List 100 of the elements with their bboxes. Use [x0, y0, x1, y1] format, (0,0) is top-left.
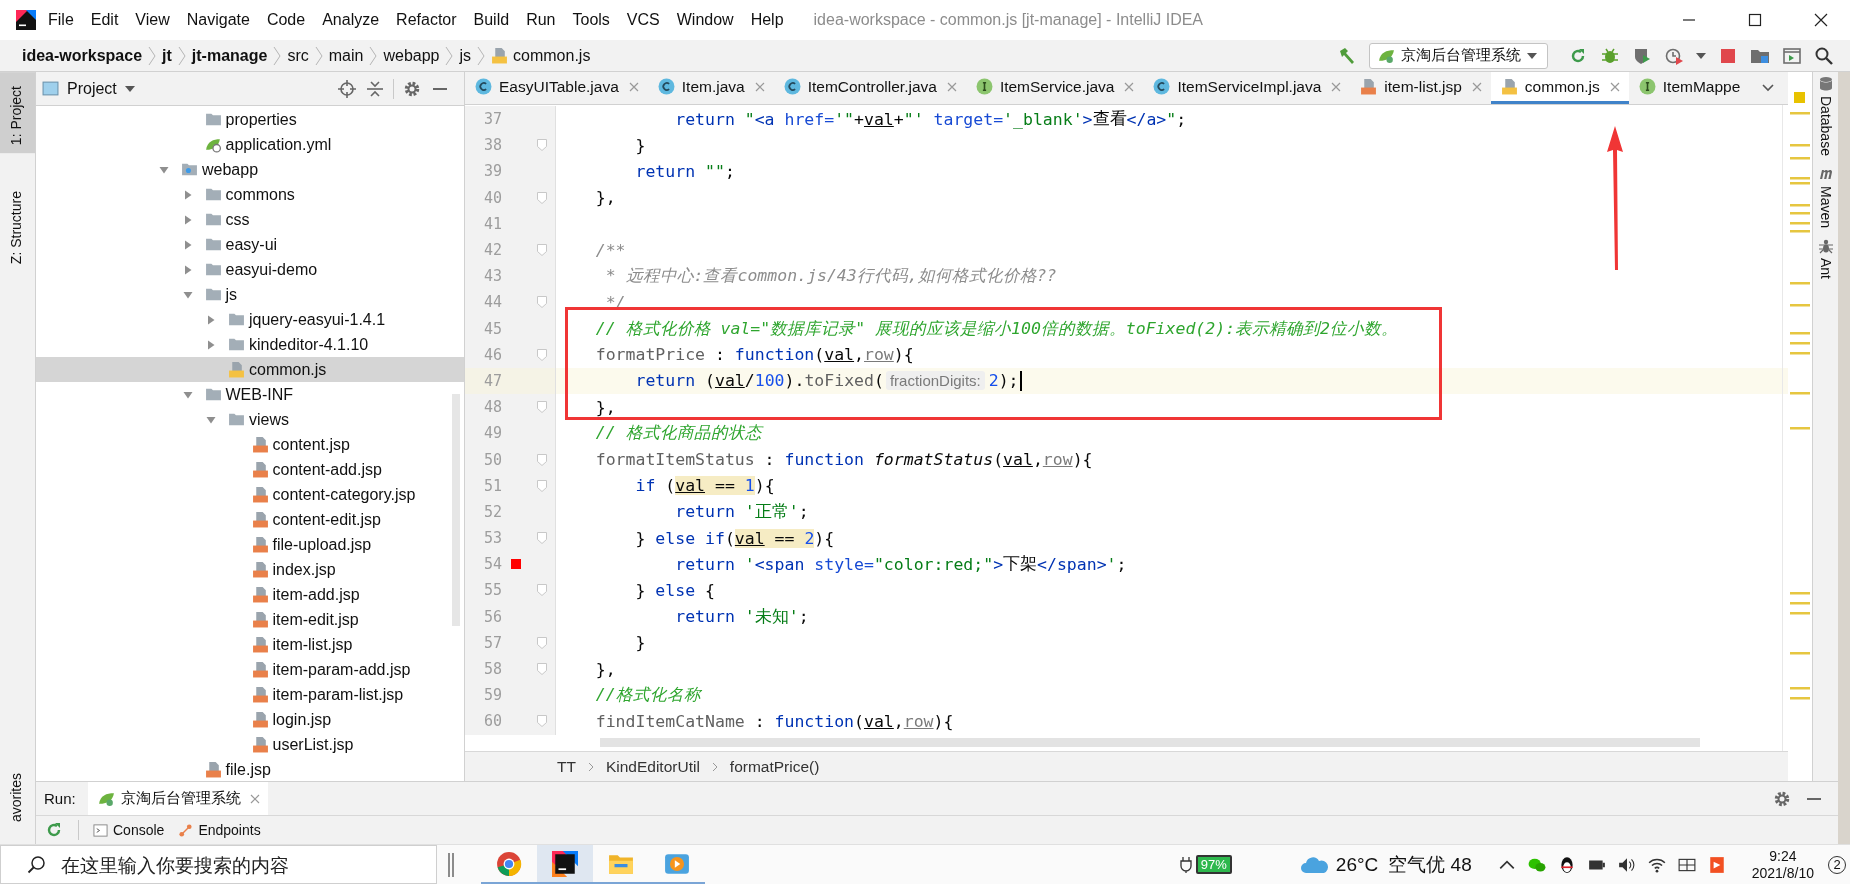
editor-tab[interactable]: EasyUITable.java — [465, 72, 648, 104]
fold-icon[interactable] — [537, 479, 547, 492]
tree-item[interactable]: webapp — [36, 157, 464, 182]
expand-arrow-icon[interactable] — [206, 339, 216, 350]
breadcrumb-item[interactable]: jt — [162, 46, 172, 65]
tree-item[interactable]: item-add.jsp — [36, 582, 464, 607]
editor-tab[interactable]: Item.java — [647, 72, 774, 104]
editor-tab[interactable]: ItemService.java — [965, 72, 1144, 104]
breadcrumb-item[interactable]: js — [459, 46, 472, 65]
editor-tab[interactable]: item-list.jsp — [1350, 72, 1491, 104]
fold-icon[interactable] — [537, 663, 547, 676]
menu-item[interactable]: Build — [473, 11, 510, 29]
tree-item[interactable]: file.jsp — [36, 757, 464, 782]
fold-icon[interactable] — [537, 636, 547, 649]
breakpoint-icon[interactable] — [511, 559, 521, 570]
expand-arrow-icon[interactable] — [182, 189, 193, 200]
collapse-arrow-icon[interactable] — [206, 414, 216, 425]
expand-arrow-icon[interactable] — [182, 264, 193, 275]
breadcrumb-item[interactable]: common.js — [491, 46, 591, 65]
tree-item[interactable]: easyui-demo — [36, 257, 464, 282]
tree-item[interactable]: item-edit.jsp — [36, 607, 464, 632]
run-tab[interactable]: 京淘后台管理系统 — [87, 782, 268, 815]
air-quality[interactable]: 空气优 48 — [1388, 851, 1472, 878]
fold-icon[interactable] — [537, 401, 547, 414]
editor-tab[interactable]: ItemController.java — [773, 72, 966, 104]
breadcrumb-item[interactable]: jt-manage — [191, 46, 268, 65]
tool-window-tab[interactable]: Maven — [1817, 165, 1834, 228]
tree-item[interactable]: easy-ui — [36, 232, 464, 257]
taskbar-app[interactable] — [537, 845, 593, 884]
maximize-icon[interactable] — [1748, 13, 1762, 27]
caret-icon[interactable] — [124, 85, 135, 92]
fold-icon[interactable] — [537, 584, 547, 597]
console-tab[interactable]: Endpoints — [178, 822, 261, 838]
tree-item[interactable]: kindeditor-4.1.10 — [36, 332, 464, 357]
breadcrumb-item[interactable]: main — [328, 46, 364, 65]
tree-item[interactable]: content-add.jsp — [36, 457, 464, 482]
menu-item[interactable]: Help — [750, 11, 784, 29]
tree-item[interactable]: commons — [36, 182, 464, 207]
tree-item[interactable]: css — [36, 207, 464, 232]
tree-item[interactable]: content-category.jsp — [36, 482, 464, 507]
tree-item[interactable]: item-param-add.jsp — [36, 657, 464, 682]
tree-item[interactable]: file-upload.jsp — [36, 532, 464, 557]
collapse-arrow-icon[interactable] — [159, 164, 169, 175]
tree-item[interactable]: jquery-easyui-1.4.1 — [36, 307, 464, 332]
menu-item[interactable]: Navigate — [186, 11, 250, 29]
expand-arrow-icon[interactable] — [182, 239, 193, 250]
menu-item[interactable]: VCS — [626, 11, 660, 29]
breadcrumb-item[interactable]: webapp — [383, 46, 440, 65]
menu-item[interactable]: Refactor — [396, 11, 457, 29]
tree-item[interactable]: application.yml — [36, 132, 464, 157]
editor-tab[interactable]: common.js — [1490, 72, 1629, 104]
fold-icon[interactable] — [537, 139, 547, 152]
menu-item[interactable]: Tools — [572, 11, 610, 29]
caret-icon[interactable] — [1696, 52, 1706, 59]
menu-item[interactable]: Edit — [90, 11, 119, 29]
tree-item[interactable]: common.js — [36, 357, 464, 382]
chevron-down-icon[interactable] — [1762, 84, 1774, 92]
expand-arrow-icon[interactable] — [182, 214, 193, 225]
clock[interactable]: 9:24 2021/8/10 — [1751, 847, 1814, 882]
scrollbar-thumb[interactable] — [600, 738, 1700, 747]
breadcrumb-item[interactable]: src — [287, 46, 309, 65]
scrollbar-thumb[interactable] — [452, 394, 460, 626]
task-view-icon[interactable] — [447, 852, 455, 877]
app-tray-icon[interactable] — [1707, 855, 1726, 874]
tree-item[interactable]: js — [36, 282, 464, 307]
search-input[interactable]: 在这里输入你要搜索的内容 — [59, 852, 403, 877]
console-tab[interactable]: Console — [93, 822, 165, 838]
tree-item[interactable]: views — [36, 407, 464, 432]
menu-item[interactable]: Analyze — [322, 11, 380, 29]
temperature[interactable]: 26°C — [1335, 853, 1379, 876]
tool-window-tab[interactable]: Z: Structure — [0, 181, 35, 275]
tree-item[interactable]: WEB-INF — [36, 382, 464, 407]
collapse-arrow-icon[interactable] — [182, 389, 193, 400]
menu-item[interactable]: Code — [266, 11, 306, 29]
tree-item[interactable]: login.jsp — [36, 707, 464, 732]
editor-tab[interactable]: ItemServiceImpl.java — [1143, 72, 1351, 104]
tree-item[interactable]: content.jsp — [36, 432, 464, 457]
fold-icon[interactable] — [537, 244, 547, 257]
tool-window-tab[interactable]: 1: Project — [0, 72, 35, 154]
breadcrumb-item[interactable]: TT — [557, 757, 576, 776]
fold-icon[interactable] — [537, 191, 547, 204]
fold-icon[interactable] — [537, 532, 547, 545]
menu-item[interactable]: File — [48, 11, 74, 29]
breadcrumb-item[interactable]: formatPrice() — [729, 757, 820, 776]
close-icon[interactable] — [1814, 13, 1828, 27]
fold-icon[interactable] — [537, 296, 547, 309]
tree-item[interactable]: content-edit.jsp — [36, 507, 464, 532]
breadcrumb-item[interactable]: KindEditorUtil — [605, 757, 700, 776]
fold-icon[interactable] — [537, 453, 547, 466]
tool-window-tab[interactable]: Database — [1817, 76, 1834, 156]
tree-item[interactable]: userList.jsp — [36, 732, 464, 757]
tree-item[interactable]: item-list.jsp — [36, 632, 464, 657]
tool-window-tab[interactable]: Ant — [1817, 237, 1834, 279]
collapse-all-icon[interactable] — [365, 78, 385, 99]
terminal-icon[interactable] — [1782, 45, 1802, 66]
menu-item[interactable]: View — [135, 11, 170, 29]
search-field[interactable]: 在这里输入你要搜索的内容 — [0, 845, 437, 884]
menu-item[interactable]: Window — [676, 11, 734, 29]
crosshair-icon[interactable] — [337, 78, 357, 99]
fold-icon[interactable] — [537, 715, 547, 728]
